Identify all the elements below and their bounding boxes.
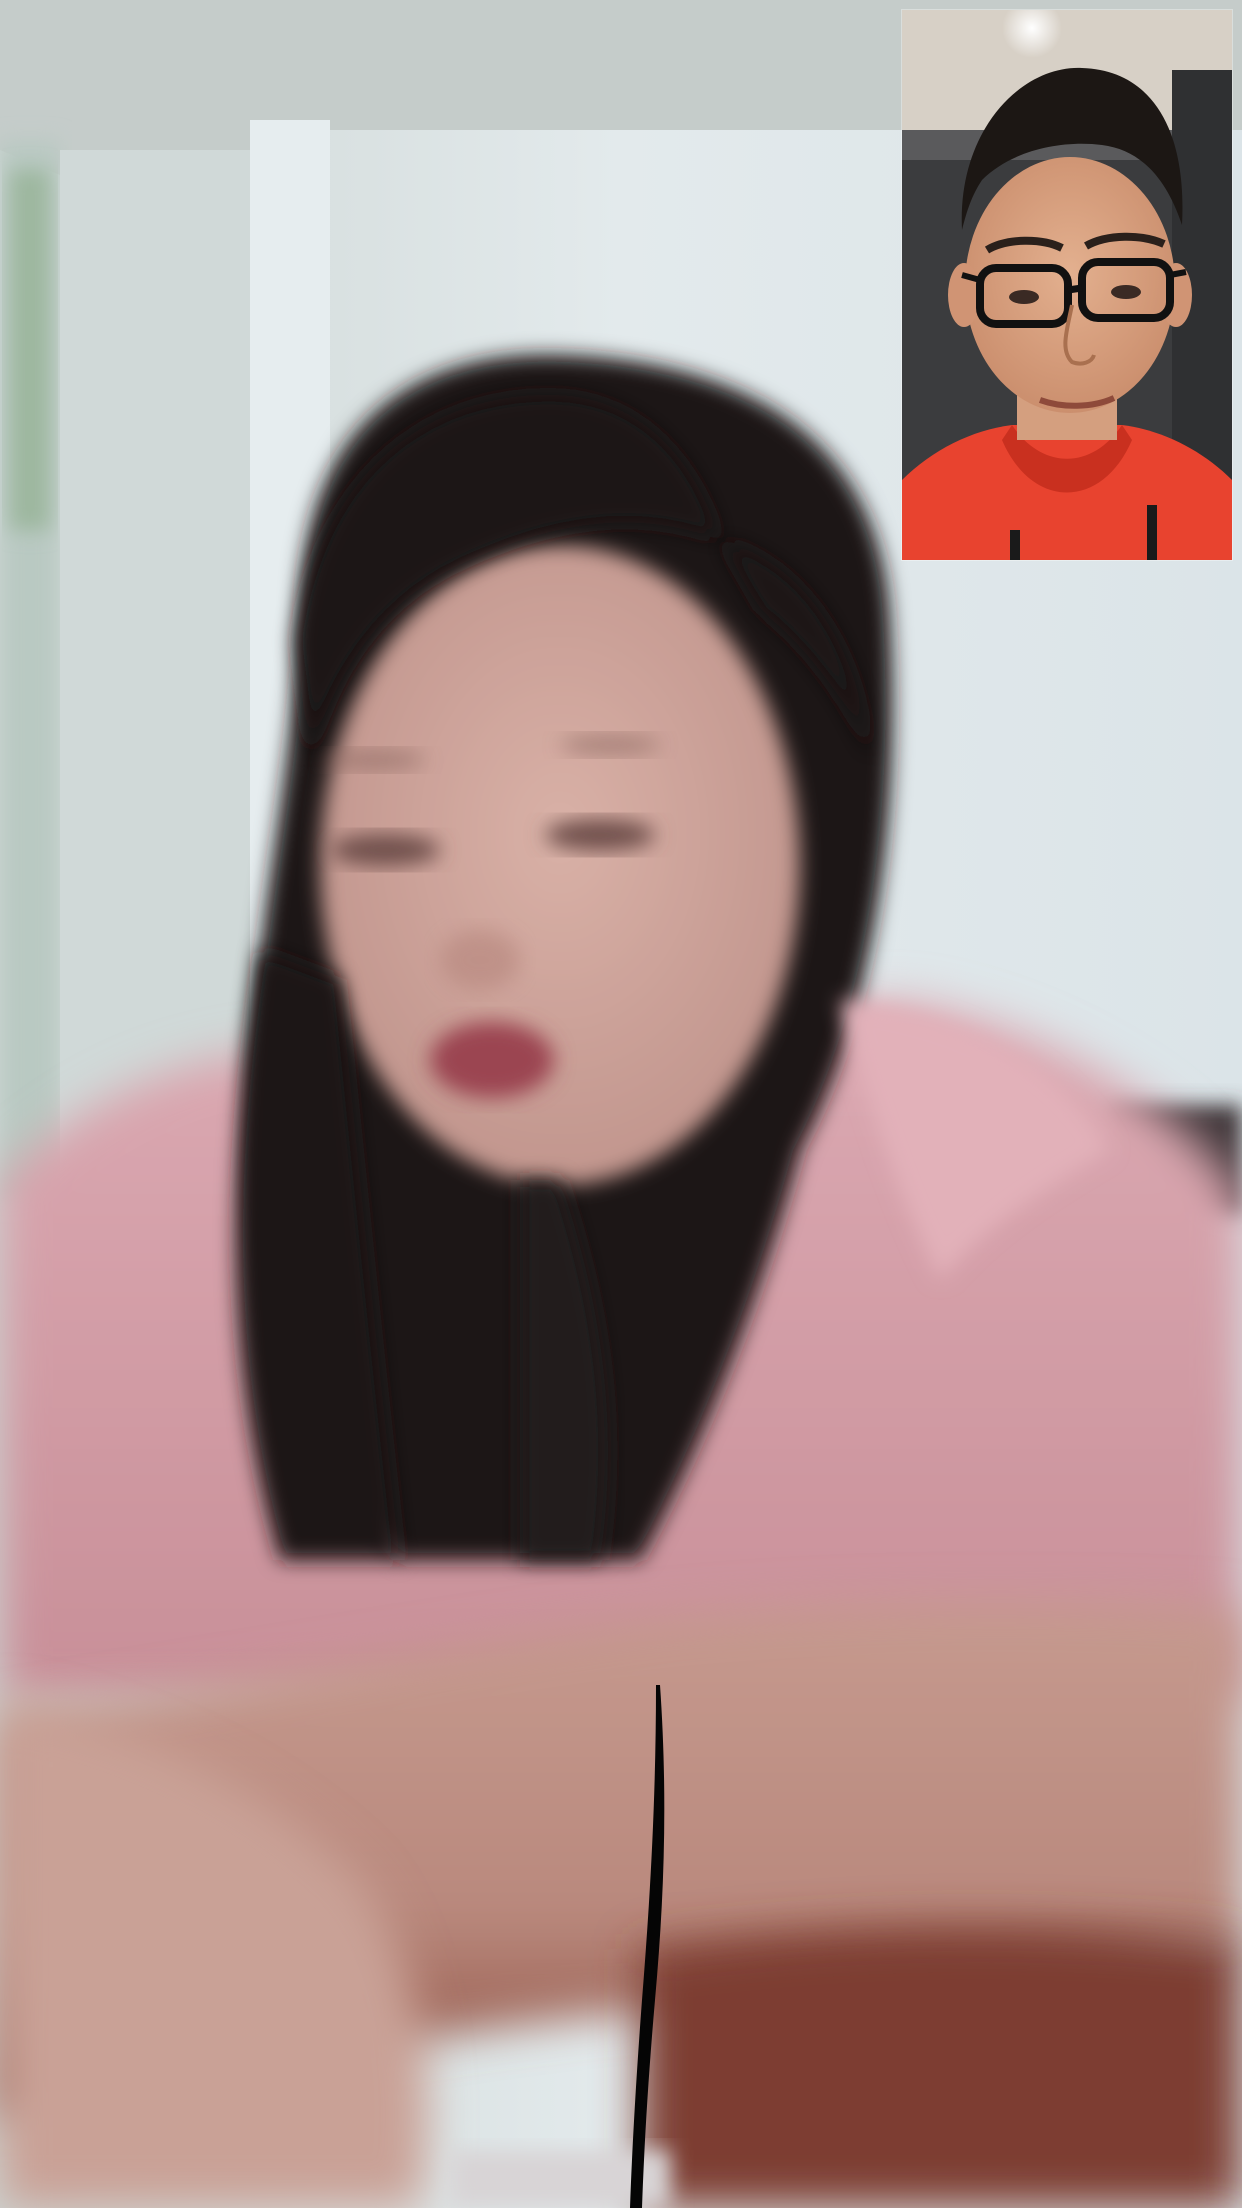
self-view-pip[interactable] (902, 10, 1232, 560)
video-call-screen: video-call (0, 0, 1242, 2208)
self-video-frame (902, 10, 1232, 560)
